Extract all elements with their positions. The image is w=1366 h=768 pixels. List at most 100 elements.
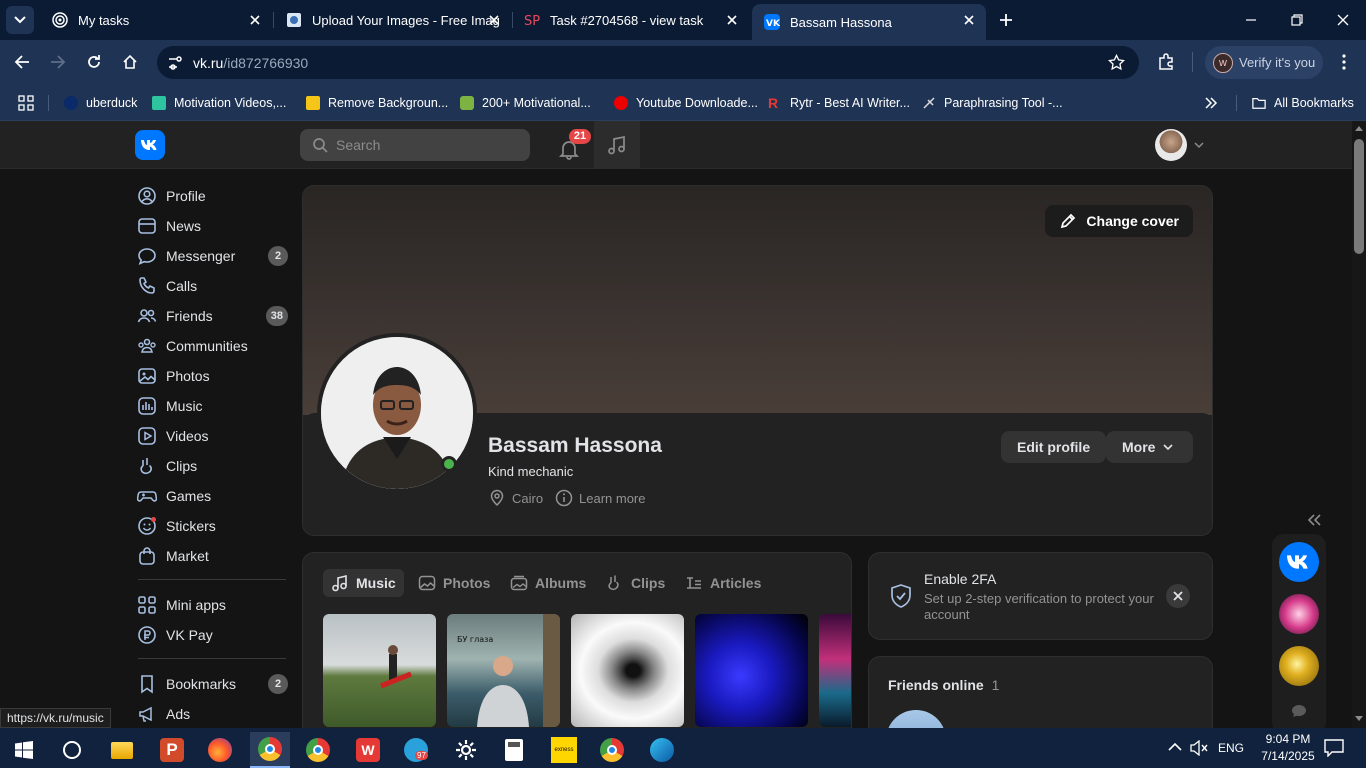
exness-taskbar[interactable]: exness (544, 732, 584, 768)
close-icon[interactable] (725, 13, 739, 27)
tab-my-tasks[interactable]: My tasks (40, 4, 272, 36)
nav-videos[interactable]: Videos (130, 421, 290, 451)
close-icon[interactable] (487, 13, 501, 27)
nav-vk-pay[interactable]: VK Pay (130, 620, 290, 650)
tab-photos[interactable]: Photos (410, 569, 498, 597)
nav-communities[interactable]: Communities (130, 331, 290, 361)
tab-bassam-hassona[interactable]: VK Bassam Hassona (752, 4, 986, 40)
start-button[interactable] (4, 732, 44, 768)
friend-avatar[interactable] (886, 710, 946, 728)
nav-calls[interactable]: Calls (130, 271, 290, 301)
bookmark-youtube-downloader[interactable]: Youtube Downloade... (614, 93, 758, 113)
bookmark-rytr[interactable]: R Rytr - Best AI Writer... (768, 93, 910, 113)
wps-taskbar[interactable]: W (348, 732, 388, 768)
bookmark-paraphrasing[interactable]: Paraphrasing Tool -... (922, 93, 1063, 113)
cortana-button[interactable] (52, 732, 92, 768)
clock-time[interactable]: 9:04 PM (1262, 732, 1314, 746)
music-thumbnail[interactable] (571, 614, 684, 727)
apps-grid-button[interactable] (18, 93, 34, 113)
notification-center-icon[interactable] (1324, 739, 1344, 757)
telegram-taskbar[interactable]: 97 (396, 732, 436, 768)
tab-upload-images[interactable]: Upload Your Images - Free Imag (274, 4, 511, 36)
tab-search-button[interactable] (6, 6, 34, 34)
double-chevron-left-icon[interactable] (1306, 513, 1322, 527)
forward-button[interactable] (46, 50, 70, 74)
nav-profile[interactable]: Profile (130, 181, 290, 211)
file-explorer-taskbar[interactable] (102, 732, 142, 768)
nav-stickers[interactable]: Stickers (130, 511, 290, 541)
nav-clips[interactable]: Clips (130, 451, 290, 481)
chrome-taskbar-active[interactable] (250, 732, 290, 768)
firefox-taskbar[interactable] (200, 732, 240, 768)
app-p-taskbar[interactable]: P (152, 732, 192, 768)
bookmark-label: Youtube Downloade... (636, 96, 758, 110)
close-window-button[interactable] (1320, 0, 1366, 40)
music-thumbnail[interactable] (695, 614, 808, 727)
dismiss-2fa-button[interactable] (1166, 584, 1190, 608)
change-cover-button[interactable]: Change cover (1045, 205, 1193, 237)
back-button[interactable] (10, 50, 34, 74)
tab-albums[interactable]: Albums (502, 569, 594, 597)
nav-photos[interactable]: Photos (130, 361, 290, 391)
extensions-button[interactable] (1154, 50, 1178, 74)
bookmark-motivational[interactable]: 200+ Motivational... (460, 93, 591, 113)
bookmark-motivation-videos[interactable]: Motivation Videos,... (152, 93, 286, 113)
tab-task-view[interactable]: SP Task #2704568 - view task (512, 4, 749, 36)
chrome-menu-button[interactable] (1332, 50, 1356, 74)
speaker-muted-icon[interactable] (1190, 740, 1208, 756)
language-indicator[interactable]: ENG (1218, 741, 1244, 755)
nav-bookmarks[interactable]: Bookmarks 2 (130, 669, 290, 699)
tab-clips[interactable]: Clips (598, 569, 673, 597)
restore-button[interactable] (1274, 0, 1320, 40)
nav-music[interactable]: Music (130, 391, 290, 421)
reload-button[interactable] (82, 50, 106, 74)
star-icon[interactable] (1108, 54, 1125, 71)
nav-ads[interactable]: Ads (130, 699, 290, 728)
header-avatar[interactable] (1155, 129, 1187, 161)
music-thumbnail[interactable]: БУ глаза (447, 614, 560, 727)
vk-search-input[interactable]: Search (300, 129, 530, 161)
bookmark-uberduck[interactable]: uberduck (64, 93, 137, 113)
skala-app-shortcut[interactable] (1279, 594, 1319, 634)
music-player-button[interactable] (594, 121, 640, 169)
home-button[interactable] (118, 50, 142, 74)
all-bookmarks-button[interactable]: All Bookmarks (1252, 93, 1354, 113)
tab-articles[interactable]: Articles (677, 569, 769, 597)
site-info-icon[interactable] (167, 55, 183, 71)
chrome-taskbar-2[interactable] (592, 732, 632, 768)
nav-market[interactable]: Market (130, 541, 290, 571)
learn-more-link[interactable]: Learn more (555, 489, 645, 507)
chevron-down-icon[interactable] (1194, 141, 1204, 149)
gold-app-shortcut[interactable] (1279, 646, 1319, 686)
music-thumbnail[interactable] (323, 614, 436, 727)
close-icon[interactable] (248, 13, 262, 27)
address-bar[interactable]: vk.ru/id872766930 (157, 46, 1139, 79)
verify-profile-button[interactable]: w Verify it's you (1205, 46, 1323, 79)
minimize-button[interactable] (1228, 0, 1274, 40)
vk-logo[interactable] (135, 130, 165, 160)
calculator-taskbar[interactable] (494, 732, 534, 768)
edit-profile-button[interactable]: Edit profile (1001, 431, 1107, 463)
page-scrollbar[interactable] (1352, 121, 1366, 728)
scrollbar-thumb[interactable] (1354, 139, 1364, 254)
bookmarks-overflow-button[interactable] (1204, 93, 1218, 113)
new-tab-button[interactable] (990, 0, 1022, 40)
profile-status[interactable]: Kind mechanic (488, 464, 573, 479)
more-button[interactable]: More (1106, 431, 1193, 463)
bookmark-remove-background[interactable]: Remove Backgroun... (306, 93, 448, 113)
vk-app-shortcut[interactable] (1279, 542, 1319, 582)
edge-taskbar[interactable] (642, 732, 682, 768)
chevron-up-icon[interactable] (1168, 742, 1182, 752)
chat-icon[interactable] (1291, 704, 1307, 718)
chrome-taskbar[interactable] (298, 732, 338, 768)
nav-messenger[interactable]: Messenger 2 (130, 241, 290, 271)
settings-taskbar[interactable] (446, 732, 486, 768)
music-thumbnail[interactable] (819, 614, 851, 727)
nav-games[interactable]: Games (130, 481, 290, 511)
tab-music[interactable]: Music (323, 569, 404, 597)
clock-date[interactable]: 7/14/2025 (1258, 749, 1318, 763)
nav-friends[interactable]: Friends 38 (130, 301, 290, 331)
close-icon[interactable] (962, 13, 976, 27)
nav-mini-apps[interactable]: Mini apps (130, 590, 290, 620)
nav-news[interactable]: News (130, 211, 290, 241)
